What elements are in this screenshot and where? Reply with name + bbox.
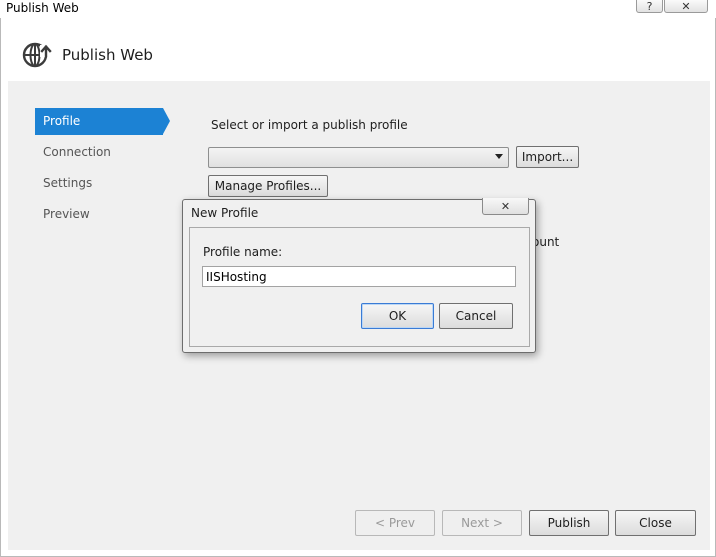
- page-title: Publish Web: [62, 46, 153, 64]
- cancel-button[interactable]: Cancel: [439, 303, 513, 329]
- import-button[interactable]: Import...: [516, 146, 579, 168]
- nav-item-profile[interactable]: Profile: [35, 108, 163, 135]
- new-profile-close-button[interactable]: ✕: [482, 198, 529, 215]
- profile-dropdown[interactable]: [208, 147, 509, 168]
- select-profile-label: Select or import a publish profile: [211, 118, 408, 132]
- help-icon: ?: [646, 0, 653, 13]
- close-button[interactable]: Close: [615, 510, 696, 536]
- globe-publish-icon: [22, 42, 52, 68]
- window-title: Publish Web: [6, 1, 79, 15]
- close-icon: ✕: [681, 0, 691, 13]
- publish-button[interactable]: Publish: [529, 510, 609, 536]
- nav-selected-indicator: [163, 108, 170, 134]
- prev-button[interactable]: < Prev: [355, 510, 435, 536]
- nav-item-preview[interactable]: Preview: [35, 201, 163, 228]
- profile-name-label: Profile name:: [203, 245, 283, 259]
- nav-item-settings[interactable]: Settings: [35, 170, 163, 197]
- next-button[interactable]: Next >: [442, 510, 522, 536]
- help-button[interactable]: ?: [636, 0, 663, 13]
- close-icon: ✕: [500, 199, 511, 213]
- new-profile-dialog-title: New Profile: [191, 206, 259, 220]
- manage-profiles-button[interactable]: Manage Profiles...: [208, 175, 328, 197]
- profile-name-input[interactable]: [202, 266, 516, 287]
- window-titlebar: [0, 0, 716, 18]
- obscured-label-fragment: ount: [532, 235, 560, 249]
- window-close-button[interactable]: ✕: [664, 0, 708, 13]
- nav-item-connection[interactable]: Connection: [35, 139, 163, 166]
- ok-button[interactable]: OK: [361, 303, 434, 329]
- chevron-down-icon: [495, 154, 503, 159]
